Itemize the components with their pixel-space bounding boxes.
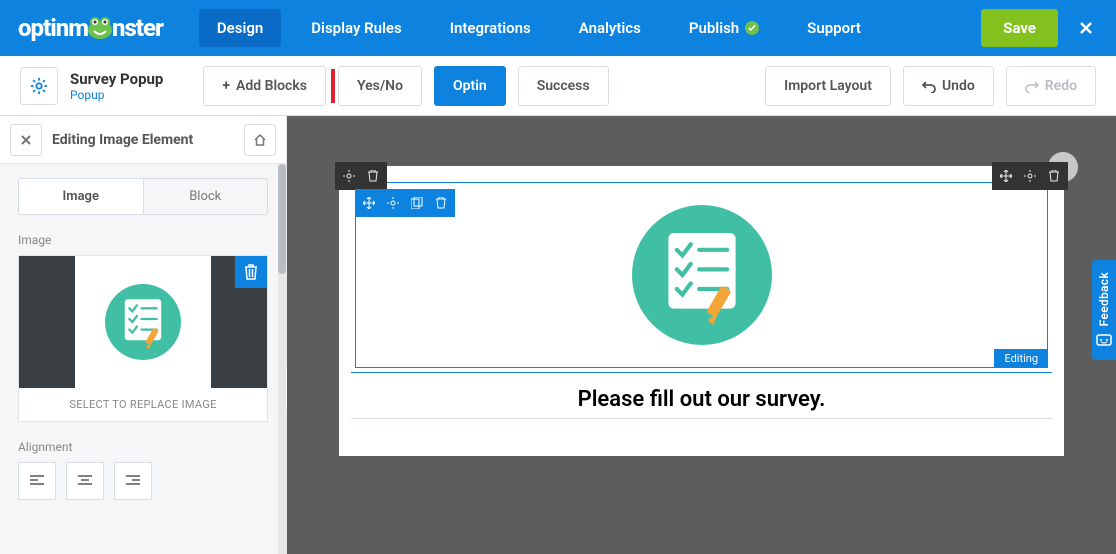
align-right-button[interactable] bbox=[114, 462, 152, 500]
view-success-button[interactable]: Success bbox=[518, 66, 609, 106]
align-center-button[interactable] bbox=[66, 462, 104, 500]
undo-label: Undo bbox=[942, 78, 975, 94]
align-right-icon bbox=[126, 475, 140, 487]
copy-icon bbox=[411, 197, 423, 209]
column-delete-button[interactable] bbox=[1044, 166, 1064, 186]
checklist-icon bbox=[105, 284, 181, 360]
sub-toolbar: Survey Popup Popup + Add Blocks Yes/No O… bbox=[0, 56, 1116, 116]
column-toolbar bbox=[992, 162, 1068, 190]
gear-icon bbox=[30, 77, 48, 95]
sidebar-home-button[interactable] bbox=[244, 124, 276, 156]
row-toolbar bbox=[335, 162, 387, 190]
image-preview bbox=[19, 256, 267, 388]
sidebar: Editing Image Element Image Block Image … bbox=[0, 116, 287, 554]
sidebar-tabs: Image Block bbox=[18, 178, 268, 215]
column-move-button[interactable] bbox=[996, 166, 1016, 186]
trash-icon bbox=[244, 264, 258, 280]
image-element bbox=[356, 195, 1047, 355]
section-image-label: Image bbox=[0, 215, 286, 255]
nav-integrations[interactable]: Integrations bbox=[432, 9, 549, 47]
nav-publish-label: Publish bbox=[689, 19, 739, 37]
canvas: Editing Please fill out our survey. bbox=[287, 116, 1116, 554]
view-optin-button[interactable]: Optin bbox=[434, 66, 506, 106]
nav-design[interactable]: Design bbox=[199, 9, 281, 47]
popup-container[interactable]: Editing Please fill out our survey. bbox=[339, 166, 1064, 456]
logo-text-left: optinm bbox=[18, 14, 88, 42]
element-copy-button[interactable] bbox=[407, 193, 427, 213]
home-icon bbox=[254, 134, 266, 146]
row-settings-button[interactable] bbox=[339, 166, 359, 186]
view-yesno-button[interactable]: Yes/No bbox=[338, 66, 422, 106]
logo[interactable]: optinm nster bbox=[18, 14, 163, 42]
section-alignment-label: Alignment bbox=[0, 422, 286, 462]
move-icon bbox=[363, 197, 375, 209]
undo-icon bbox=[922, 79, 936, 93]
trash-icon bbox=[1049, 170, 1059, 182]
logo-monster-icon bbox=[87, 16, 113, 40]
checklist-icon bbox=[632, 205, 772, 345]
nav-analytics[interactable]: Analytics bbox=[561, 9, 659, 47]
element-move-button[interactable] bbox=[359, 193, 379, 213]
chat-icon bbox=[1096, 334, 1112, 348]
gear-icon bbox=[343, 170, 355, 182]
add-blocks-label: Add Blocks bbox=[236, 78, 307, 94]
feedback-label: Feedback bbox=[1097, 272, 1111, 326]
check-icon bbox=[745, 21, 759, 35]
redo-label: Redo bbox=[1045, 78, 1077, 94]
sidebar-title: Editing Image Element bbox=[52, 132, 234, 148]
campaign-info: Survey Popup Popup bbox=[70, 70, 163, 102]
logo-text-right: nster bbox=[112, 14, 163, 42]
feedback-tab[interactable]: Feedback bbox=[1092, 260, 1116, 360]
column-settings-button[interactable] bbox=[1020, 166, 1040, 186]
select-image-label: SELECT TO REPLACE IMAGE bbox=[19, 388, 267, 421]
align-center-icon bbox=[78, 475, 92, 487]
close-icon bbox=[21, 135, 31, 145]
undo-button[interactable]: Undo bbox=[903, 66, 994, 106]
nav-display-rules[interactable]: Display Rules bbox=[293, 9, 419, 47]
sidebar-scrollbar[interactable] bbox=[278, 164, 286, 554]
save-button[interactable]: Save bbox=[981, 9, 1058, 47]
import-layout-button[interactable]: Import Layout bbox=[765, 66, 891, 106]
close-button[interactable] bbox=[1068, 10, 1104, 46]
close-icon bbox=[1079, 21, 1093, 35]
editing-badge: Editing bbox=[994, 349, 1048, 368]
move-icon bbox=[1000, 170, 1012, 182]
gear-icon bbox=[1024, 170, 1036, 182]
delete-image-button[interactable] bbox=[235, 256, 267, 288]
tab-image[interactable]: Image bbox=[18, 178, 144, 215]
align-left-button[interactable] bbox=[18, 462, 56, 500]
sidebar-back-button[interactable] bbox=[10, 124, 42, 156]
sidebar-header: Editing Image Element bbox=[0, 116, 286, 164]
campaign-type: Popup bbox=[70, 88, 163, 102]
tab-block[interactable]: Block bbox=[144, 178, 269, 215]
trash-icon bbox=[368, 170, 378, 182]
popup-caption[interactable]: Please fill out our survey. bbox=[351, 387, 1052, 412]
selected-image-element[interactable]: Editing bbox=[355, 182, 1048, 368]
image-card[interactable]: SELECT TO REPLACE IMAGE bbox=[18, 255, 268, 422]
nav-support[interactable]: Support bbox=[789, 9, 879, 47]
campaign-title: Survey Popup bbox=[70, 70, 163, 88]
row-delete-button[interactable] bbox=[363, 166, 383, 186]
top-nav: optinm nster Design Display Rules Integr… bbox=[0, 0, 1116, 56]
align-left-icon bbox=[30, 475, 44, 487]
nav-publish[interactable]: Publish bbox=[671, 9, 777, 47]
add-blocks-button[interactable]: + Add Blocks bbox=[203, 66, 326, 106]
plus-icon: + bbox=[222, 78, 230, 94]
redo-icon bbox=[1025, 79, 1039, 93]
campaign-settings-button[interactable] bbox=[20, 67, 58, 105]
trash-icon bbox=[436, 197, 446, 209]
element-settings-button[interactable] bbox=[383, 193, 403, 213]
element-delete-button[interactable] bbox=[431, 193, 451, 213]
gear-icon bbox=[387, 197, 399, 209]
element-toolbar bbox=[355, 189, 455, 217]
redo-button[interactable]: Redo bbox=[1006, 66, 1096, 106]
